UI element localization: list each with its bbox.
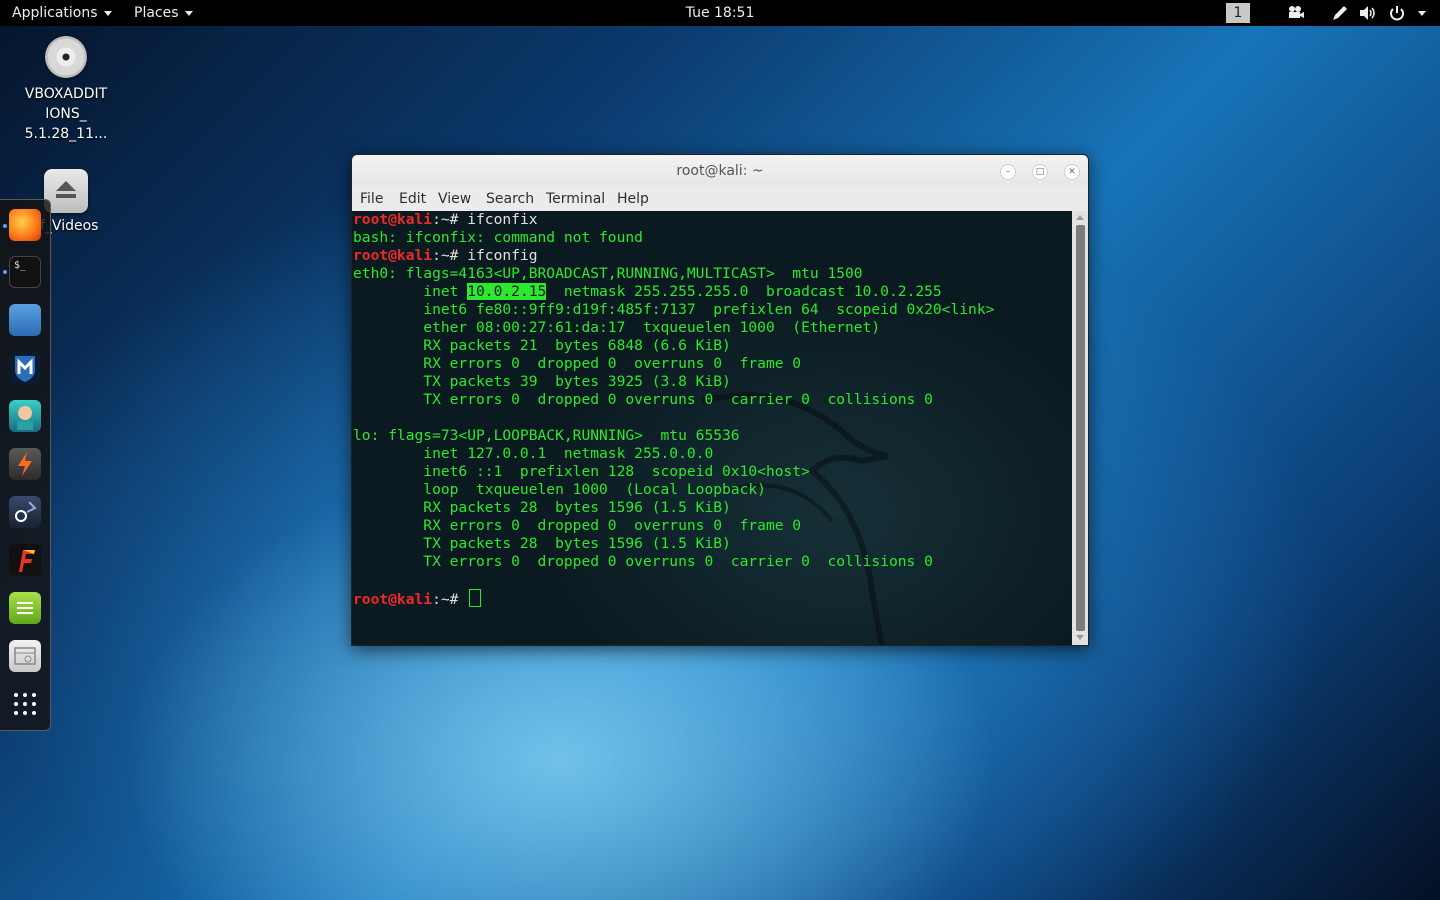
pen-icon[interactable] bbox=[1331, 5, 1349, 21]
terminal-output-line: ether 08:00:27:61:da:17 txqueuelen 1000 … bbox=[353, 319, 881, 336]
prompt-suffix: :~# bbox=[432, 247, 468, 264]
terminal-window: root@kali: ~ – □ ✕ File Edit View Search… bbox=[351, 154, 1089, 646]
window-titlebar[interactable]: root@kali: ~ – □ ✕ bbox=[352, 155, 1088, 187]
command-text: ifconfix bbox=[467, 211, 538, 228]
scroll-down-icon[interactable] bbox=[1076, 635, 1084, 640]
files-icon[interactable] bbox=[9, 304, 41, 336]
selected-ip-address[interactable]: 10.0.2.15 bbox=[467, 283, 547, 300]
terminal-output-line: TX packets 39 bytes 3925 (3.8 KiB) bbox=[353, 373, 731, 390]
terminal-output-line: RX errors 0 dropped 0 overruns 0 frame 0 bbox=[353, 517, 802, 534]
terminal-output-line: TX packets 28 bytes 1596 (1.5 KiB) bbox=[353, 535, 731, 552]
text-cursor bbox=[469, 589, 482, 607]
terminal-output-line: RX errors 0 dropped 0 overruns 0 frame 0 bbox=[353, 355, 802, 372]
video-camera-icon[interactable] bbox=[1287, 5, 1305, 21]
scrollbar[interactable] bbox=[1072, 211, 1088, 645]
show-apps-icon[interactable] bbox=[9, 688, 41, 720]
top-bar: Applications Places Tue 18:51 1 bbox=[0, 0, 1440, 26]
menu-terminal[interactable]: Terminal bbox=[546, 191, 605, 207]
beef-icon[interactable] bbox=[9, 496, 41, 528]
clock: Tue 18:51 bbox=[0, 4, 1440, 22]
prompt-user: root@kali bbox=[353, 247, 433, 264]
menu-bar: File Edit View Search Terminal Help bbox=[352, 187, 1088, 212]
terminal-icon[interactable]: $_ bbox=[9, 256, 41, 288]
chevron-down-icon[interactable] bbox=[1418, 11, 1426, 16]
command-text: ifconfig bbox=[467, 247, 538, 264]
terminal-output-line: lo: flags=73<UP,LOOPBACK,RUNNING> mtu 65… bbox=[353, 427, 740, 444]
desktop-cd-icon[interactable]: VBOXADDIT IONS_ 5.1.28_11... bbox=[16, 36, 116, 144]
dock: $_ bbox=[0, 199, 51, 731]
maximize-button[interactable]: □ bbox=[1032, 164, 1048, 180]
running-indicator bbox=[3, 270, 7, 274]
cherrytree-icon[interactable] bbox=[9, 640, 41, 672]
menu-search[interactable]: Search bbox=[486, 191, 534, 207]
leafpad-icon[interactable] bbox=[9, 592, 41, 624]
output-text: netmask 255.255.255.0 broadcast 10.0.2.2… bbox=[546, 283, 942, 300]
minimize-button[interactable]: – bbox=[1000, 164, 1016, 180]
terminal-output-line: TX errors 0 dropped 0 overruns 0 carrier… bbox=[353, 553, 933, 570]
terminal-output-line: RX packets 28 bytes 1596 (1.5 KiB) bbox=[353, 499, 731, 516]
prompt-suffix: :~# bbox=[432, 591, 468, 608]
power-icon[interactable] bbox=[1388, 5, 1406, 21]
menu-view[interactable]: View bbox=[438, 191, 471, 207]
firefox-icon[interactable] bbox=[9, 209, 41, 241]
close-button[interactable]: ✕ bbox=[1064, 164, 1080, 180]
scroll-up-icon[interactable] bbox=[1076, 215, 1084, 220]
terminal-output-line: bash: ifconfix: command not found bbox=[353, 229, 643, 246]
menu-edit[interactable]: Edit bbox=[399, 191, 426, 207]
terminal-line: root@kali:~# ifconfix bbox=[353, 211, 538, 229]
cd-label-line-2: IONS_ bbox=[45, 106, 87, 122]
armitage-icon[interactable] bbox=[9, 400, 41, 432]
menu-file[interactable]: File bbox=[360, 191, 383, 207]
menu-help[interactable]: Help bbox=[617, 191, 649, 207]
prompt-user: root@kali bbox=[353, 211, 433, 228]
terminal-screen[interactable]: root@kali:~# ifconfix bash: ifconfix: com… bbox=[352, 211, 1072, 645]
running-indicator bbox=[3, 224, 7, 228]
workspace-indicator[interactable]: 1 bbox=[1226, 3, 1250, 23]
output-text: inet bbox=[353, 283, 468, 300]
terminal-output-line: inet 127.0.0.1 netmask 255.0.0.0 bbox=[353, 445, 714, 462]
burpsuite-icon[interactable] bbox=[9, 448, 41, 480]
volume-icon[interactable] bbox=[1359, 5, 1377, 21]
disc-icon bbox=[45, 36, 87, 78]
faraday-icon[interactable] bbox=[9, 544, 41, 576]
terminal-output-line: inet6 ::1 prefixlen 128 scopeid 0x10<hos… bbox=[353, 463, 810, 480]
prompt-user: root@kali bbox=[353, 591, 433, 608]
terminal-output-line: eth0: flags=4163<UP,BROADCAST,RUNNING,MU… bbox=[353, 265, 863, 282]
prompt-suffix: :~# bbox=[432, 211, 468, 228]
scrollbar-thumb[interactable] bbox=[1076, 225, 1085, 631]
cd-label-line-1: VBOXADDIT bbox=[24, 86, 108, 102]
window-title: root@kali: ~ bbox=[676, 163, 764, 179]
terminal-output-line: RX packets 21 bytes 6848 (6.6 KiB) bbox=[353, 337, 731, 354]
terminal-output-line: TX errors 0 dropped 0 overruns 0 carrier… bbox=[353, 391, 933, 408]
terminal-line: root@kali:~# ifconfig bbox=[353, 247, 538, 265]
cd-label-line-3: 5.1.28_11... bbox=[24, 126, 108, 142]
clock-label[interactable]: Tue 18:51 bbox=[686, 5, 755, 21]
terminal-output-line: loop txqueuelen 1000 (Local Loopback) bbox=[353, 481, 766, 498]
terminal-line: root@kali:~# bbox=[353, 589, 482, 609]
metasploit-icon[interactable] bbox=[9, 352, 41, 384]
terminal-output-line: inet6 fe80::9ff9:d19f:485f:7137 prefixle… bbox=[353, 301, 995, 318]
terminal-line: inet 10.0.2.15 netmask 255.255.255.0 bro… bbox=[353, 283, 942, 301]
